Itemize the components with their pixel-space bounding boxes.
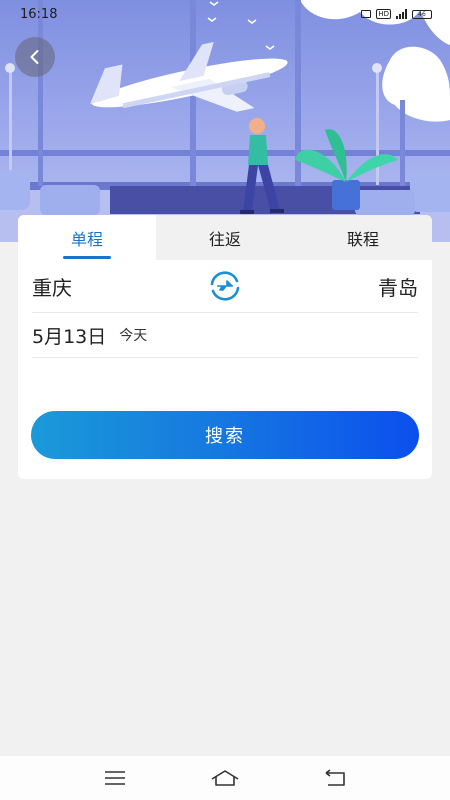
tab-round-trip[interactable]: 往返: [156, 215, 294, 260]
departure-date-row[interactable]: 5月13日 今天: [32, 313, 418, 358]
home-button[interactable]: [210, 766, 240, 790]
banner-illustration: [0, 0, 450, 242]
route-row: 重庆 青岛: [32, 260, 418, 313]
system-nav-bar: [0, 756, 450, 800]
search-button[interactable]: 搜索: [31, 411, 419, 459]
back-icon: [325, 769, 345, 786]
swap-cities-button[interactable]: [208, 269, 242, 303]
airport-scene-icon: [0, 0, 450, 242]
menu-button[interactable]: [100, 766, 130, 790]
trip-type-tabs: 单程 往返 联程: [18, 215, 432, 260]
hd-icon: HD: [376, 9, 391, 19]
vibrate-icon: [361, 10, 372, 18]
menu-icon: [105, 771, 125, 785]
tab-multi-city[interactable]: 联程: [294, 215, 432, 260]
status-icons: HD 46: [361, 9, 432, 19]
battery-icon: 46: [412, 9, 432, 19]
plane-swap-icon: [210, 271, 240, 301]
home-icon: [211, 770, 239, 786]
flight-search-screen: 16:18 HD 46 单程 往返 联程 重庆 青岛 5月13日 今天 搜索: [0, 0, 450, 800]
chevron-left-icon: [30, 50, 39, 64]
status-time: 16:18: [20, 6, 58, 22]
back-nav-button[interactable]: [320, 766, 350, 790]
back-button[interactable]: [15, 37, 55, 77]
flight-search-card: 单程 往返 联程 重庆 青岛 5月13日 今天 搜索: [18, 215, 432, 479]
tab-one-way[interactable]: 单程: [18, 215, 156, 260]
departure-city[interactable]: 重庆: [32, 272, 72, 301]
status-bar: 16:18 HD 46: [0, 0, 450, 28]
date-relative-label: 今天: [119, 328, 148, 344]
departure-date: 5月13日: [32, 325, 107, 348]
arrival-city[interactable]: 青岛: [378, 272, 418, 301]
signal-icon: [396, 9, 407, 19]
